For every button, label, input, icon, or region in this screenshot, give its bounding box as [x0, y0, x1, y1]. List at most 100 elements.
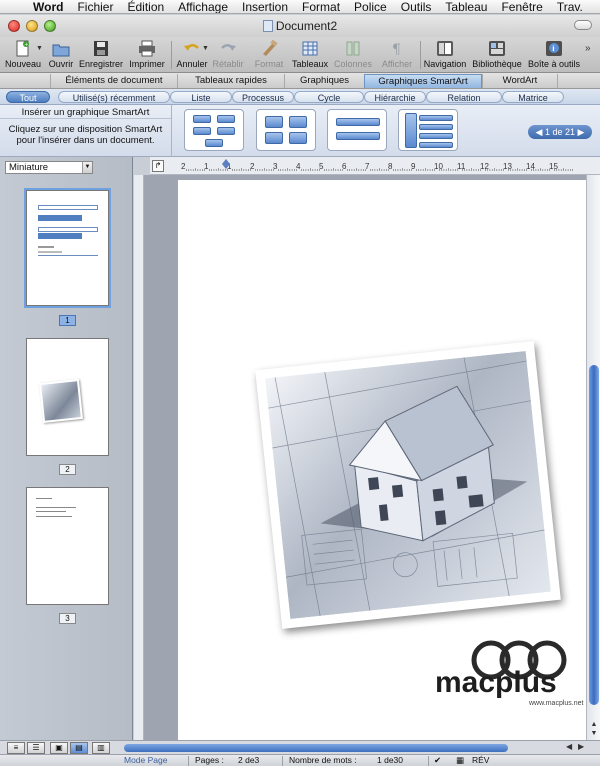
- draft-view-button[interactable]: ≡: [7, 742, 25, 754]
- category-recent[interactable]: Utilisé(s) récemment: [58, 91, 170, 103]
- zoom-window-button[interactable]: [44, 20, 56, 32]
- page-thumbnail-1[interactable]: [24, 188, 111, 308]
- notebook-view-button[interactable]: ▥: [92, 742, 110, 754]
- watermark-logo-text: macplus: [435, 666, 557, 699]
- tab-quick-tables[interactable]: Tableaux rapides: [177, 74, 284, 88]
- status-rev[interactable]: RÉV: [472, 755, 489, 766]
- toolbox-icon: i: [546, 41, 562, 56]
- category-cycle[interactable]: Cycle: [294, 91, 364, 103]
- gallery-hint-line2: pour l'insérer dans un document.: [16, 135, 155, 146]
- track-changes-icon[interactable]: ▦: [456, 755, 464, 766]
- ruler-tick-label: 2: [250, 162, 255, 171]
- print-layout-view-button[interactable]: ▤: [70, 742, 88, 754]
- page-next-icon[interactable]: ▶: [578, 127, 585, 137]
- media-library-icon: [489, 41, 505, 56]
- publishing-view-button[interactable]: ▣: [50, 742, 68, 754]
- smartart-layout-basic-block-list[interactable]: [184, 109, 244, 151]
- horizontal-scroll-thumb[interactable]: [124, 744, 508, 752]
- category-matrix[interactable]: Matrice: [502, 91, 564, 103]
- save-button[interactable]: Enregistrer: [78, 37, 124, 73]
- outline-view-button[interactable]: ☰: [27, 742, 45, 754]
- columns-button[interactable]: Colonnes: [333, 37, 373, 73]
- smartart-layout-stacked-list[interactable]: [327, 109, 387, 151]
- page-thumbnail-2[interactable]: [26, 338, 109, 456]
- tab-document-elements[interactable]: Éléments de document: [50, 74, 177, 88]
- format-label: Format: [254, 59, 284, 69]
- ruler-tick-label: 1: [204, 162, 209, 171]
- smartart-layout-grid[interactable]: [256, 109, 316, 151]
- redo-button[interactable]: Rétablir: [210, 37, 246, 73]
- document-icon: [262, 20, 273, 32]
- menu-tableau[interactable]: Tableau: [438, 0, 494, 13]
- vertical-scrollbar[interactable]: ▲ ▼: [586, 175, 600, 740]
- undo-button[interactable]: Annuler ▼: [174, 37, 210, 73]
- menu-insertion[interactable]: Insertion: [235, 0, 295, 13]
- minimize-window-button[interactable]: [26, 20, 38, 32]
- format-painter-button[interactable]: Format: [252, 37, 286, 73]
- ruler-tick-label: 3: [273, 162, 278, 171]
- columns-label: Colonnes: [333, 59, 373, 69]
- spellcheck-status-icon[interactable]: ✔: [434, 755, 441, 766]
- show-button[interactable]: ¶ Afficher: [378, 37, 416, 73]
- print-button[interactable]: Imprimer: [127, 37, 167, 73]
- menu-affichage[interactable]: Affichage: [171, 0, 235, 13]
- library-button[interactable]: Bibliothèque: [470, 37, 524, 73]
- page-thumbnail-3[interactable]: [26, 487, 109, 605]
- tab-wordart[interactable]: WordArt: [482, 74, 558, 88]
- watermark-url: www.macplus.net: [528, 700, 584, 707]
- menu-app[interactable]: Word: [26, 0, 70, 13]
- new-button[interactable]: + Nouveau ▼: [4, 37, 43, 73]
- menu-trav[interactable]: Trav.: [550, 0, 590, 13]
- gallery-pager-label: 1 de 21: [544, 127, 576, 137]
- toolbar-overflow-icon[interactable]: »: [585, 43, 591, 54]
- category-relation[interactable]: Relation: [426, 91, 502, 103]
- close-window-button[interactable]: [8, 20, 20, 32]
- ruler-tick-label: 11: [457, 162, 466, 171]
- horizontal-ruler[interactable]: ↱ 2 1 1 2 3 4 5 6 7 8 9 10 11 12 13 14 15: [150, 157, 600, 175]
- status-pages-value: 2 de3: [238, 755, 260, 765]
- category-all[interactable]: Tout: [6, 91, 50, 103]
- open-button[interactable]: Ouvrir: [46, 37, 76, 73]
- tables-button[interactable]: Tableaux: [290, 37, 330, 73]
- menu-fichier[interactable]: Fichier: [70, 0, 120, 13]
- scroll-arrows-icon[interactable]: ▲ ▼: [588, 720, 600, 738]
- print-label: Imprimer: [129, 59, 165, 69]
- scroll-left-icon[interactable]: ◀: [566, 742, 572, 751]
- tab-stop-selector[interactable]: ↱: [152, 160, 164, 172]
- sidebar-view-select[interactable]: Miniature ▼: [5, 161, 93, 174]
- svg-text:i: i: [552, 45, 554, 53]
- page-number-1: 1: [59, 315, 76, 326]
- menu-police[interactable]: Police: [347, 0, 394, 13]
- category-hierarchy[interactable]: Hiérarchie: [364, 91, 426, 103]
- window-title: Document2: [275, 19, 338, 33]
- chevron-down-icon[interactable]: ▼: [36, 45, 43, 52]
- inserted-house-photo[interactable]: [255, 341, 561, 629]
- navigation-button[interactable]: Navigation: [423, 37, 467, 73]
- page-prev-icon[interactable]: ◀: [536, 127, 543, 137]
- sidebar-view-select-value: Miniature: [9, 162, 49, 173]
- ruler-tick-label: 6: [342, 162, 347, 171]
- document-page[interactable]: macplus www.macplus.net: [178, 180, 586, 740]
- page-number-2: 2: [59, 464, 76, 475]
- menu-fenetre[interactable]: Fenêtre: [494, 0, 549, 13]
- tab-charts[interactable]: Graphiques: [284, 74, 364, 88]
- scroll-right-icon[interactable]: ▶: [578, 742, 584, 751]
- gallery-pager[interactable]: ◀ 1 de 21 ▶: [528, 125, 592, 139]
- toolbox-button[interactable]: i Boîte à outils: [526, 37, 582, 73]
- elements-gallery-tabs: Éléments de document Tableaux rapides Gr…: [0, 73, 600, 89]
- toolbar-toggle-button[interactable]: [574, 20, 592, 30]
- floppy-disk-icon: [94, 41, 108, 56]
- tab-smartart-graphics[interactable]: Graphiques SmartArt: [364, 74, 482, 88]
- document-area[interactable]: macplus www.macplus.net: [134, 175, 586, 740]
- vertical-scroll-thumb[interactable]: [589, 365, 599, 705]
- smartart-layout-vertical-bullets[interactable]: [398, 109, 458, 151]
- chevron-down-icon[interactable]: ▼: [202, 45, 209, 52]
- house-blueprint-image: [265, 350, 551, 620]
- ruler-tick-label: 9: [411, 162, 416, 171]
- menu-edition[interactable]: Édition: [120, 0, 171, 13]
- menu-format[interactable]: Format: [295, 0, 347, 13]
- category-process[interactable]: Processus: [232, 91, 294, 103]
- menu-outils[interactable]: Outils: [394, 0, 439, 13]
- category-list[interactable]: Liste: [170, 91, 232, 103]
- vertical-ruler[interactable]: [134, 175, 144, 740]
